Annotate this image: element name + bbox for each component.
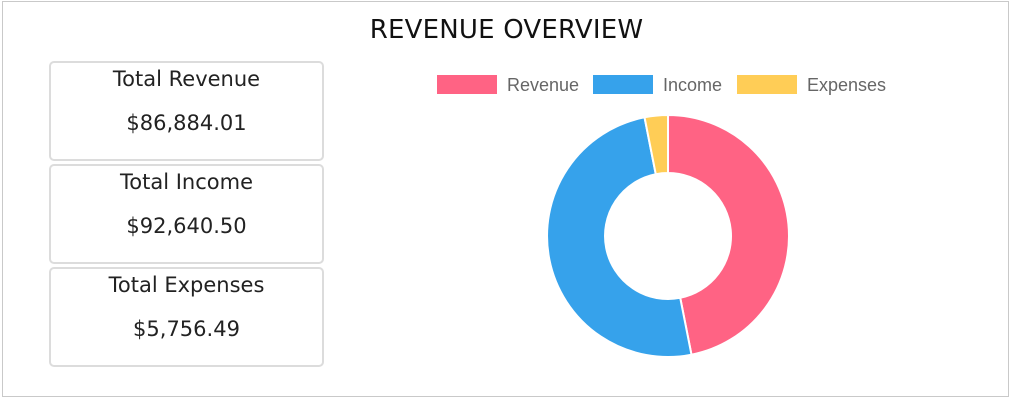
total-revenue-card: Total Revenue $86,884.01	[49, 61, 324, 161]
card-label: Total Income	[120, 170, 253, 194]
legend-label: Expenses	[807, 75, 887, 95]
total-expenses-card: Total Expenses $5,756.49	[49, 267, 324, 367]
total-income-card: Total Income $92,640.50	[49, 164, 324, 264]
card-value: $92,640.50	[126, 214, 247, 238]
legend-label: Revenue	[507, 75, 580, 95]
legend-label: Income	[663, 75, 723, 95]
legend-swatch	[737, 75, 797, 94]
page-title: REVENUE OVERVIEW	[369, 15, 644, 45]
legend-swatch	[593, 75, 653, 94]
card-label: Total Expenses	[108, 273, 265, 297]
card-label: Total Revenue	[112, 67, 261, 91]
doughnut-chart	[546, 113, 790, 358]
card-value: $86,884.01	[126, 111, 247, 135]
legend-swatch	[437, 75, 497, 94]
slice-revenue[interactable]	[667, 113, 790, 356]
card-value: $5,756.49	[133, 317, 240, 341]
